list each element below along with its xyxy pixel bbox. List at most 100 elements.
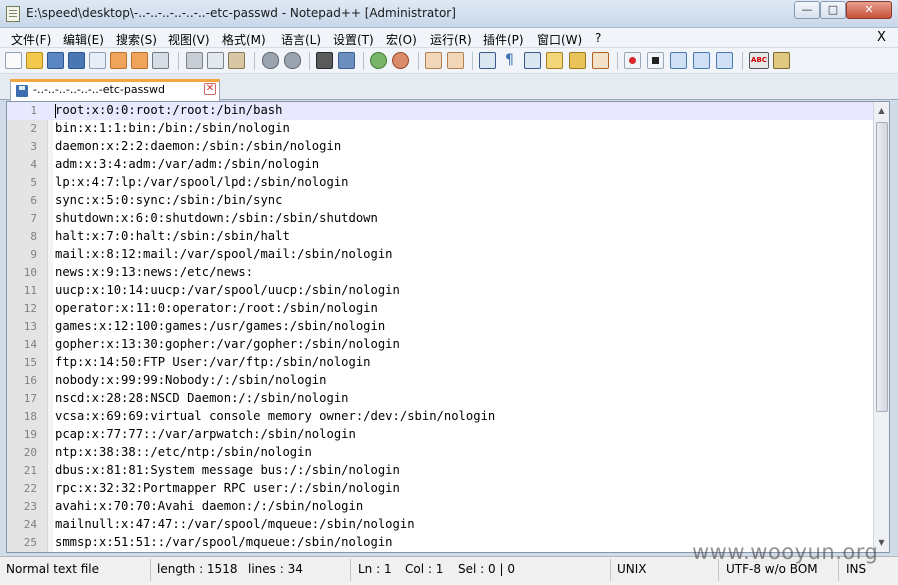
- sync-vertical-icon[interactable]: [425, 52, 442, 69]
- menu-language[interactable]: 语言(L): [281, 31, 321, 48]
- line-text[interactable]: shutdown:x:6:0:shutdown:/sbin:/sbin/shut…: [55, 211, 378, 225]
- line-text[interactable]: mailnull:x:47:47::/var/spool/mqueue:/sbi…: [55, 517, 415, 531]
- editor-line[interactable]: 6 sync:x:5:0:sync:/sbin:/bin/sync: [7, 192, 873, 210]
- editor-line[interactable]: 1 root:x:0:0:root:/root:/bin/bash: [7, 102, 873, 120]
- copy-icon[interactable]: [207, 52, 224, 69]
- menu-file[interactable]: 文件(F): [11, 31, 51, 48]
- save-all-icon[interactable]: [68, 52, 85, 69]
- line-text[interactable]: games:x:12:100:games:/usr/games:/sbin/no…: [55, 319, 385, 333]
- paste-icon[interactable]: [228, 52, 245, 69]
- scroll-up-icon[interactable]: ▲: [876, 104, 887, 118]
- vertical-scrollbar[interactable]: ▲ ▼: [873, 102, 889, 552]
- editor-line[interactable]: 22 rpc:x:32:32:Portmapper RPC user:/:/sbi…: [7, 480, 873, 498]
- line-text[interactable]: root:x:0:0:root:/root:/bin/bash: [55, 103, 282, 117]
- close-all-icon[interactable]: [110, 52, 127, 69]
- editor-line[interactable]: 21 dbus:x:81:81:System message bus:/:/sbi…: [7, 462, 873, 480]
- editor-line[interactable]: 19 pcap:x:77:77::/var/arpwatch:/sbin/nolo…: [7, 426, 873, 444]
- editor-line[interactable]: 24 mailnull:x:47:47::/var/spool/mqueue:/s…: [7, 516, 873, 534]
- line-text[interactable]: uucp:x:10:14:uucp:/var/spool/uucp:/sbin/…: [55, 283, 400, 297]
- menu-edit[interactable]: 编辑(E): [63, 31, 104, 48]
- user-language-icon[interactable]: [546, 52, 563, 69]
- spell-check-icon[interactable]: ABC: [749, 52, 769, 69]
- editor-line[interactable]: 10 news:x:9:13:news:/etc/news:: [7, 264, 873, 282]
- editor-line[interactable]: 9 mail:x:8:12:mail:/var/spool/mail:/sbin/…: [7, 246, 873, 264]
- menu-help[interactable]: ?: [595, 31, 601, 45]
- editor-line[interactable]: 18 vcsa:x:69:69:virtual console memory ow…: [7, 408, 873, 426]
- menu-settings[interactable]: 设置(T): [333, 31, 374, 48]
- close-window-button[interactable]: ✕: [846, 1, 892, 19]
- tab-etc-passwd[interactable]: -..-..-..-..-..-..-etc-passwd ✕: [10, 79, 220, 101]
- line-text[interactable]: halt:x:7:0:halt:/sbin:/sbin/halt: [55, 229, 290, 243]
- indent-guide-icon[interactable]: [524, 52, 541, 69]
- save-macro-icon[interactable]: [716, 52, 733, 69]
- editor-line[interactable]: 16 nobody:x:99:99:Nobody:/:/sbin/nologin: [7, 372, 873, 390]
- line-text[interactable]: vcsa:x:69:69:virtual console memory owne…: [55, 409, 495, 423]
- editor-line[interactable]: 5 lp:x:4:7:lp:/var/spool/lpd:/sbin/nologi…: [7, 174, 873, 192]
- menu-search[interactable]: 搜索(S): [116, 31, 157, 48]
- print-icon[interactable]: [152, 52, 169, 69]
- line-text[interactable]: gopher:x:13:30:gopher:/var/gopher:/sbin/…: [55, 337, 400, 351]
- cut-icon[interactable]: [186, 52, 203, 69]
- editor-line[interactable]: 20 ntp:x:38:38::/etc/ntp:/sbin/nologin: [7, 444, 873, 462]
- menu-window[interactable]: 窗口(W): [537, 31, 582, 48]
- play-macro-icon[interactable]: [670, 52, 687, 69]
- document-map-icon[interactable]: [569, 52, 586, 69]
- line-text[interactable]: lp:x:4:7:lp:/var/spool/lpd:/sbin/nologin: [55, 175, 349, 189]
- record-macro-icon[interactable]: [624, 52, 641, 69]
- spell-auto-icon[interactable]: [773, 52, 790, 69]
- editor-line[interactable]: 3 daemon:x:2:2:daemon:/sbin:/sbin/nologin: [7, 138, 873, 156]
- sync-horizontal-icon[interactable]: [447, 52, 464, 69]
- text-lines[interactable]: 1 root:x:0:0:root:/root:/bin/bash 2 bin:x:1…: [7, 102, 873, 552]
- editor-line[interactable]: 15 ftp:x:14:50:FTP User:/var/ftp:/sbin/no…: [7, 354, 873, 372]
- editor-line[interactable]: 13 games:x:12:100:games:/usr/games:/sbin/…: [7, 318, 873, 336]
- close-document-button[interactable]: X: [877, 30, 886, 45]
- line-text[interactable]: adm:x:3:4:adm:/var/adm:/sbin/nologin: [55, 157, 319, 171]
- editor-line[interactable]: 12 operator:x:11:0:operator:/root:/sbin/n…: [7, 300, 873, 318]
- minimize-button[interactable]: —: [794, 1, 820, 19]
- menu-run[interactable]: 运行(R): [430, 31, 472, 48]
- tab-close-icon[interactable]: ✕: [204, 83, 216, 95]
- open-file-icon[interactable]: [26, 52, 43, 69]
- line-text[interactable]: sync:x:5:0:sync:/sbin:/bin/sync: [55, 193, 282, 207]
- print-preview-icon[interactable]: [131, 52, 148, 69]
- editor-line[interactable]: 11 uucp:x:10:14:uucp:/var/spool/uucp:/sbi…: [7, 282, 873, 300]
- line-text[interactable]: smmsp:x:51:51::/var/spool/mqueue:/sbin/n…: [55, 535, 393, 549]
- replace-icon[interactable]: [338, 52, 355, 69]
- new-file-icon[interactable]: [5, 52, 22, 69]
- menu-plugins[interactable]: 插件(P): [483, 31, 524, 48]
- editor-line[interactable]: 2 bin:x:1:1:bin:/bin:/sbin/nologin: [7, 120, 873, 138]
- zoom-out-icon[interactable]: [392, 52, 409, 69]
- editor-line[interactable]: 7 shutdown:x:6:0:shutdown:/sbin:/sbin/shu…: [7, 210, 873, 228]
- menu-format[interactable]: 格式(M): [222, 31, 266, 48]
- line-text[interactable]: avahi:x:70:70:Avahi daemon:/:/sbin/nolog…: [55, 499, 363, 513]
- close-icon[interactable]: [89, 52, 106, 69]
- line-text[interactable]: ftp:x:14:50:FTP User:/var/ftp:/sbin/nolo…: [55, 355, 371, 369]
- line-text[interactable]: pcap:x:77:77::/var/arpwatch:/sbin/nologi…: [55, 427, 356, 441]
- menu-view[interactable]: 视图(V): [168, 31, 210, 48]
- editor-line[interactable]: 23 avahi:x:70:70:Avahi daemon:/:/sbin/nol…: [7, 498, 873, 516]
- word-wrap-icon[interactable]: [479, 52, 496, 69]
- maximize-button[interactable]: □: [820, 1, 846, 19]
- editor-line[interactable]: 14 gopher:x:13:30:gopher:/var/gopher:/sbi…: [7, 336, 873, 354]
- editor-pane[interactable]: 1 root:x:0:0:root:/root:/bin/bash 2 bin:x:1…: [6, 101, 890, 553]
- function-list-icon[interactable]: [592, 52, 609, 69]
- zoom-in-icon[interactable]: [370, 52, 387, 69]
- run-macro-multiple-icon[interactable]: [693, 52, 710, 69]
- save-icon[interactable]: [47, 52, 64, 69]
- line-text[interactable]: bin:x:1:1:bin:/bin:/sbin/nologin: [55, 121, 290, 135]
- line-text[interactable]: dbus:x:81:81:System message bus:/:/sbin/…: [55, 463, 400, 477]
- line-text[interactable]: nobody:x:99:99:Nobody:/:/sbin/nologin: [55, 373, 327, 387]
- line-text[interactable]: operator:x:11:0:operator:/root:/sbin/nol…: [55, 301, 378, 315]
- line-text[interactable]: mail:x:8:12:mail:/var/spool/mail:/sbin/n…: [55, 247, 393, 261]
- editor-line[interactable]: 8 halt:x:7:0:halt:/sbin:/sbin/halt: [7, 228, 873, 246]
- menu-macro[interactable]: 宏(O): [386, 31, 417, 48]
- line-text[interactable]: rpc:x:32:32:Portmapper RPC user:/:/sbin/…: [55, 481, 400, 495]
- show-all-chars-icon[interactable]: ¶: [501, 52, 518, 69]
- line-text[interactable]: nscd:x:28:28:NSCD Daemon:/:/sbin/nologin: [55, 391, 349, 405]
- editor-line[interactable]: 4 adm:x:3:4:adm:/var/adm:/sbin/nologin: [7, 156, 873, 174]
- editor-line[interactable]: 17 nscd:x:28:28:NSCD Daemon:/:/sbin/nolog…: [7, 390, 873, 408]
- stop-record-icon[interactable]: [647, 52, 664, 69]
- line-text[interactable]: news:x:9:13:news:/etc/news:: [55, 265, 253, 279]
- line-text[interactable]: ntp:x:38:38::/etc/ntp:/sbin/nologin: [55, 445, 312, 459]
- find-icon[interactable]: [316, 52, 333, 69]
